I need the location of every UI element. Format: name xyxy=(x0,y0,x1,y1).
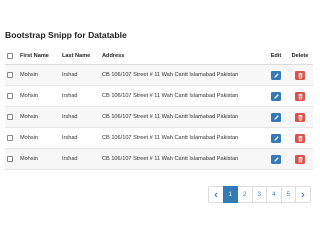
delete-button[interactable] xyxy=(295,154,305,164)
cell-first-name: Mohsin xyxy=(20,93,39,99)
trash-icon xyxy=(298,114,302,120)
trash-icon xyxy=(298,93,302,99)
row-select-cell[interactable] xyxy=(7,128,17,148)
cell-address: CB 106/107 Street # 11 Wah Cantt Islamab… xyxy=(102,72,239,78)
header-select-all-cell[interactable] xyxy=(7,48,17,64)
pagination-prev-button[interactable] xyxy=(208,186,224,203)
table-row: Mohsin Irshad CB 106/107 Street # 11 Wah C… xyxy=(5,107,313,128)
table-row: Mohsin Irshad CB 106/107 Street # 11 Wah C… xyxy=(5,86,313,107)
cell-edit xyxy=(268,107,284,127)
cell-last-name: Irshad xyxy=(62,135,78,141)
cell-last-name: Irshad xyxy=(62,72,78,78)
cell-first-name: Mohsin xyxy=(20,72,39,78)
cell-delete xyxy=(289,128,311,148)
row-checkbox[interactable] xyxy=(7,135,13,141)
edit-button[interactable] xyxy=(271,133,281,143)
cell-last-name: Irshad xyxy=(62,156,78,162)
trash-icon xyxy=(298,135,302,141)
table-row: Mohsin Irshad CB 106/107 Street # 11 Wah C… xyxy=(5,65,313,86)
row-checkbox[interactable] xyxy=(7,72,13,78)
cell-address: CB 106/107 Street # 11 Wah Cantt Islamab… xyxy=(102,114,239,120)
pencil-icon xyxy=(273,114,279,120)
chevron-right-icon xyxy=(301,192,305,197)
row-checkbox[interactable] xyxy=(7,156,13,162)
cell-edit xyxy=(268,65,284,85)
cell-first-name: Mohsin xyxy=(20,156,39,162)
cell-delete xyxy=(289,149,311,169)
row-checkbox[interactable] xyxy=(7,93,13,99)
pencil-icon xyxy=(273,135,279,141)
pencil-icon xyxy=(273,156,279,162)
table-row: Mohsin Irshad CB 106/107 Street # 11 Wah C… xyxy=(5,149,313,170)
pagination-next-button[interactable] xyxy=(295,186,311,203)
cell-last-name: Irshad xyxy=(62,114,78,120)
table-header-row: First Name Last Name Address Edit Delete xyxy=(5,48,313,65)
cell-delete xyxy=(289,107,311,127)
trash-icon xyxy=(298,72,302,78)
page-title: Bootstrap Snipp for Datatable xyxy=(5,30,127,40)
row-select-cell[interactable] xyxy=(7,149,17,169)
cell-delete xyxy=(289,65,311,85)
pagination-page-3[interactable]: 3 xyxy=(251,186,267,203)
header-last-name: Last Name xyxy=(62,53,91,59)
row-select-cell[interactable] xyxy=(7,65,17,85)
cell-edit xyxy=(268,149,284,169)
cell-edit xyxy=(268,128,284,148)
row-checkbox[interactable] xyxy=(7,114,13,120)
pagination-page-2[interactable]: 2 xyxy=(237,186,253,203)
cell-last-name: Irshad xyxy=(62,93,78,99)
pagination-page-4[interactable]: 4 xyxy=(266,186,282,203)
delete-button[interactable] xyxy=(295,133,305,143)
pencil-icon xyxy=(273,93,279,99)
edit-button[interactable] xyxy=(271,154,281,164)
table-body: Mohsin Irshad CB 106/107 Street # 11 Wah C… xyxy=(5,65,313,170)
cell-first-name: Mohsin xyxy=(20,114,39,120)
cell-edit xyxy=(268,86,284,106)
trash-icon xyxy=(298,156,302,162)
header-edit: Edit xyxy=(270,53,282,59)
cell-address: CB 106/107 Street # 11 Wah Cantt Islamab… xyxy=(102,93,239,99)
pagination-page-5[interactable]: 5 xyxy=(280,186,296,203)
data-table: First Name Last Name Address Edit Delete… xyxy=(5,48,313,170)
pagination: 12345 xyxy=(208,186,311,203)
chevron-left-icon xyxy=(214,192,218,197)
cell-delete xyxy=(289,86,311,106)
table-row: Mohsin Irshad CB 106/107 Street # 11 Wah C… xyxy=(5,128,313,149)
delete-button[interactable] xyxy=(295,91,305,101)
cell-address: CB 106/107 Street # 11 Wah Cantt Islamab… xyxy=(102,135,239,141)
pagination-page-1[interactable]: 1 xyxy=(222,186,238,203)
row-select-cell[interactable] xyxy=(7,107,17,127)
pencil-icon xyxy=(273,72,279,78)
cell-address: CB 106/107 Street # 11 Wah Cantt Islamab… xyxy=(102,156,239,162)
header-delete: Delete xyxy=(291,53,309,59)
delete-button[interactable] xyxy=(295,70,305,80)
select-all-checkbox[interactable] xyxy=(7,53,13,59)
row-select-cell[interactable] xyxy=(7,86,17,106)
edit-button[interactable] xyxy=(271,91,281,101)
edit-button[interactable] xyxy=(271,112,281,122)
delete-button[interactable] xyxy=(295,112,305,122)
cell-first-name: Mohsin xyxy=(20,135,39,141)
edit-button[interactable] xyxy=(271,70,281,80)
header-first-name: First Name xyxy=(20,53,49,59)
header-address: Address xyxy=(102,53,125,59)
